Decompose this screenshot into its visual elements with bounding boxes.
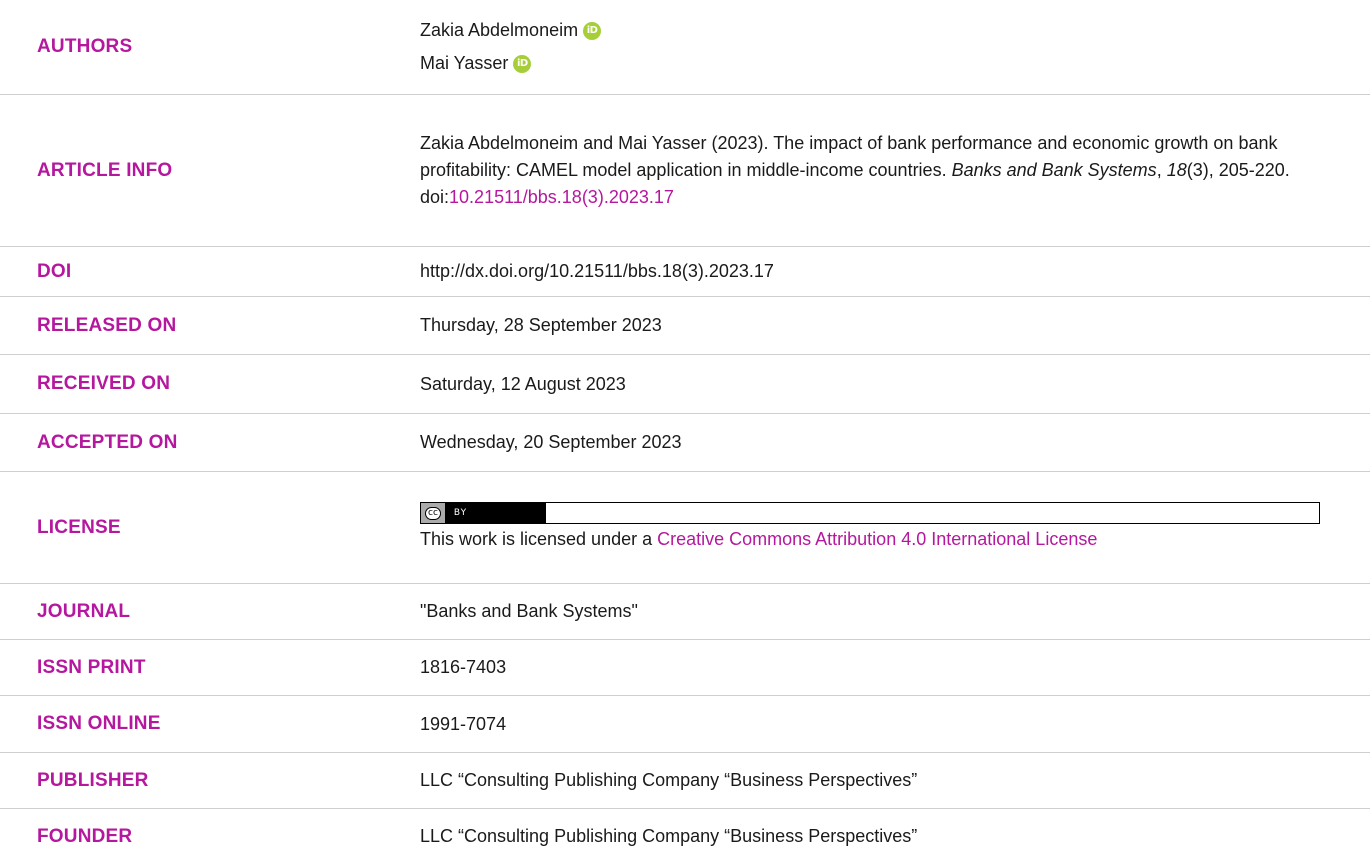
row-received-on: RECEIVED ON Saturday, 12 August 2023 bbox=[0, 355, 1370, 414]
accepted-on-value: Wednesday, 20 September 2023 bbox=[420, 432, 682, 452]
released-on-value: Thursday, 28 September 2023 bbox=[420, 315, 662, 335]
license-text: This work is licensed under a Creative C… bbox=[420, 529, 1098, 549]
row-issn-online: ISSN ONLINE 1991-7074 bbox=[0, 696, 1370, 753]
author-item: Mai Yasser iD bbox=[420, 47, 1320, 80]
citation-journal: Banks and Bank Systems bbox=[951, 160, 1157, 180]
row-authors: AUTHORS Zakia Abdelmoneim iD Mai Yasser … bbox=[0, 0, 1370, 95]
doi-label: DOI bbox=[37, 260, 72, 282]
citation-comma: , bbox=[1156, 160, 1167, 180]
journal-value: "Banks and Bank Systems" bbox=[420, 601, 638, 621]
issn-online-label: ISSN ONLINE bbox=[37, 713, 161, 734]
article-info-citation: Zakia Abdelmoneim and Mai Yasser (2023).… bbox=[420, 130, 1370, 211]
authors-value: Zakia Abdelmoneim iD Mai Yasser iD bbox=[420, 14, 1370, 80]
cc-by-badge[interactable]: cc BY bbox=[420, 502, 1320, 524]
row-released-on: RELEASED ON Thursday, 28 September 2023 bbox=[0, 297, 1370, 355]
row-publisher: PUBLISHER LLC “Consulting Publishing Com… bbox=[0, 753, 1370, 809]
row-license: LICENSE cc BY This work is licensed unde… bbox=[0, 472, 1370, 584]
accepted-on-label: ACCEPTED ON bbox=[37, 431, 178, 453]
received-on-label: RECEIVED ON bbox=[37, 373, 171, 394]
issn-print-value: 1816-7403 bbox=[420, 657, 507, 677]
doi-value: http://dx.doi.org/10.21511/bbs.18(3).202… bbox=[420, 261, 774, 281]
license-label: LICENSE bbox=[37, 516, 121, 538]
released-on-label: RELEASED ON bbox=[37, 314, 177, 336]
row-journal: JOURNAL "Banks and Bank Systems" bbox=[0, 584, 1370, 640]
citation-doi-prefix: doi: bbox=[420, 187, 450, 207]
publisher-value: LLC “Consulting Publishing Company “Busi… bbox=[420, 770, 918, 790]
license-link[interactable]: Creative Commons Attribution 4.0 Interna… bbox=[657, 529, 1097, 549]
orcid-icon[interactable]: iD bbox=[583, 21, 602, 40]
citation-volume: 18 bbox=[1166, 160, 1187, 180]
row-article-info: ARTICLE INFO Zakia Abdelmoneim and Mai Y… bbox=[0, 95, 1370, 247]
received-on-value: Saturday, 12 August 2023 bbox=[420, 373, 626, 394]
by-icon: BY bbox=[445, 503, 546, 523]
issn-print-label: ISSN PRINT bbox=[37, 656, 146, 678]
row-founder: FOUNDER LLC “Consulting Publishing Compa… bbox=[0, 809, 1370, 864]
row-issn-print: ISSN PRINT 1816-7403 bbox=[0, 640, 1370, 696]
author-name[interactable]: Zakia Abdelmoneim bbox=[420, 17, 578, 44]
row-accepted-on: ACCEPTED ON Wednesday, 20 September 2023 bbox=[0, 414, 1370, 472]
orcid-icon[interactable]: iD bbox=[513, 54, 532, 73]
founder-label: FOUNDER bbox=[37, 825, 133, 847]
author-item: Zakia Abdelmoneim iD bbox=[420, 14, 1320, 47]
article-info-table: AUTHORS Zakia Abdelmoneim iD Mai Yasser … bbox=[0, 0, 1370, 864]
issn-online-value: 1991-7074 bbox=[420, 713, 507, 734]
article-info-label: ARTICLE INFO bbox=[37, 159, 173, 181]
citation-doi-link[interactable]: 10.21511/bbs.18(3).2023.17 bbox=[449, 187, 674, 207]
publisher-label: PUBLISHER bbox=[37, 769, 149, 791]
row-doi: DOI http://dx.doi.org/10.21511/bbs.18(3)… bbox=[0, 247, 1370, 297]
author-name[interactable]: Mai Yasser bbox=[420, 50, 508, 77]
cc-icon: cc bbox=[421, 503, 446, 523]
authors-label: AUTHORS bbox=[37, 36, 133, 57]
citation-pages: (3), 205-220. bbox=[1186, 160, 1290, 180]
license-value: cc BY This work is licensed under a Crea… bbox=[420, 502, 1370, 553]
founder-value: LLC “Consulting Publishing Company “Busi… bbox=[420, 826, 918, 846]
journal-label: JOURNAL bbox=[37, 600, 131, 622]
